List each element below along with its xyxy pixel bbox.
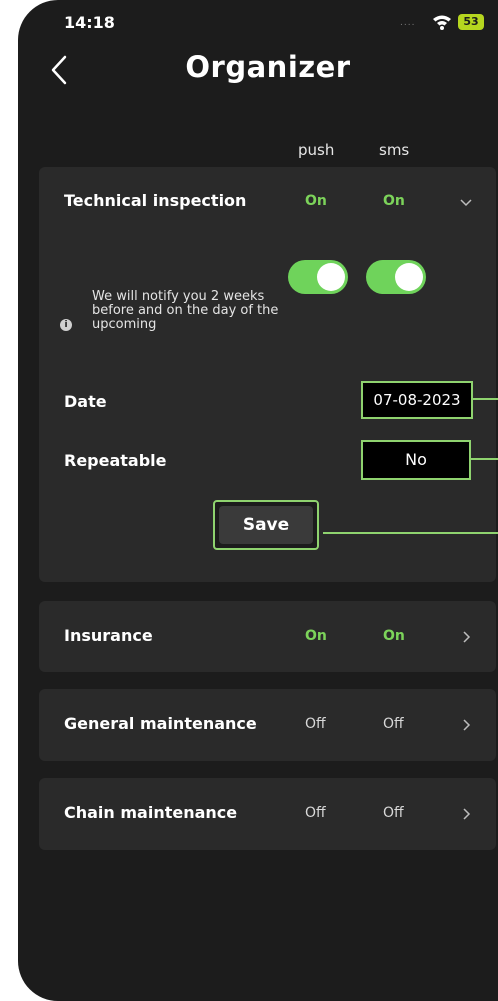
- chevron-right-icon[interactable]: [459, 630, 473, 644]
- chevron-right-icon[interactable]: [459, 718, 473, 732]
- phone-screen: 14:18 .... 53 Organizer push sms Technic…: [18, 0, 498, 1001]
- save-connector-line: [323, 532, 498, 534]
- sms-toggle[interactable]: [366, 260, 426, 294]
- signal-indicator: ....: [400, 18, 416, 28]
- save-button-label: Save: [219, 506, 313, 544]
- chain-maintenance-card[interactable]: Chain maintenance Off Off: [39, 778, 496, 850]
- page-title: Organizer: [185, 50, 351, 84]
- technical-inspection-label[interactable]: Technical inspection: [64, 191, 246, 210]
- status-bar: 14:18 .... 53: [18, 12, 498, 36]
- insurance-push-state: On: [305, 628, 327, 644]
- wifi-icon: [433, 15, 451, 30]
- general-maintenance-label: General maintenance: [64, 714, 257, 733]
- general-maintenance-push-state: Off: [305, 716, 326, 732]
- general-maintenance-card[interactable]: General maintenance Off Off: [39, 689, 496, 761]
- technical-inspection-sms-state: On: [383, 193, 405, 209]
- info-icon: i: [60, 319, 72, 331]
- insurance-sms-state: On: [383, 628, 405, 644]
- repeatable-connector-line: [470, 458, 498, 460]
- chevron-down-icon[interactable]: [459, 196, 473, 210]
- battery-icon: 53: [458, 14, 484, 30]
- date-connector-line: [472, 398, 498, 400]
- chevron-right-icon[interactable]: [459, 807, 473, 821]
- push-toggle-knob: [317, 263, 345, 291]
- notification-info-text: We will notify you 2 weeks before and on…: [92, 290, 279, 332]
- chain-maintenance-sms-state: Off: [383, 805, 404, 821]
- insurance-card[interactable]: Insurance On On: [39, 601, 496, 672]
- general-maintenance-sms-state: Off: [383, 716, 404, 732]
- repeatable-select[interactable]: No: [361, 440, 471, 480]
- chain-maintenance-push-state: Off: [305, 805, 326, 821]
- date-label: Date: [64, 392, 107, 411]
- column-header-push: push: [298, 141, 335, 159]
- column-header-sms: sms: [379, 141, 410, 159]
- repeatable-label: Repeatable: [64, 451, 167, 470]
- push-toggle[interactable]: [288, 260, 348, 294]
- chain-maintenance-label: Chain maintenance: [64, 803, 238, 822]
- technical-inspection-push-state: On: [305, 193, 327, 209]
- sms-toggle-knob: [395, 263, 423, 291]
- status-time: 14:18: [64, 13, 115, 32]
- save-button[interactable]: Save: [213, 500, 319, 550]
- date-field[interactable]: 07-08-2023: [361, 381, 473, 419]
- insurance-label: Insurance: [64, 626, 153, 645]
